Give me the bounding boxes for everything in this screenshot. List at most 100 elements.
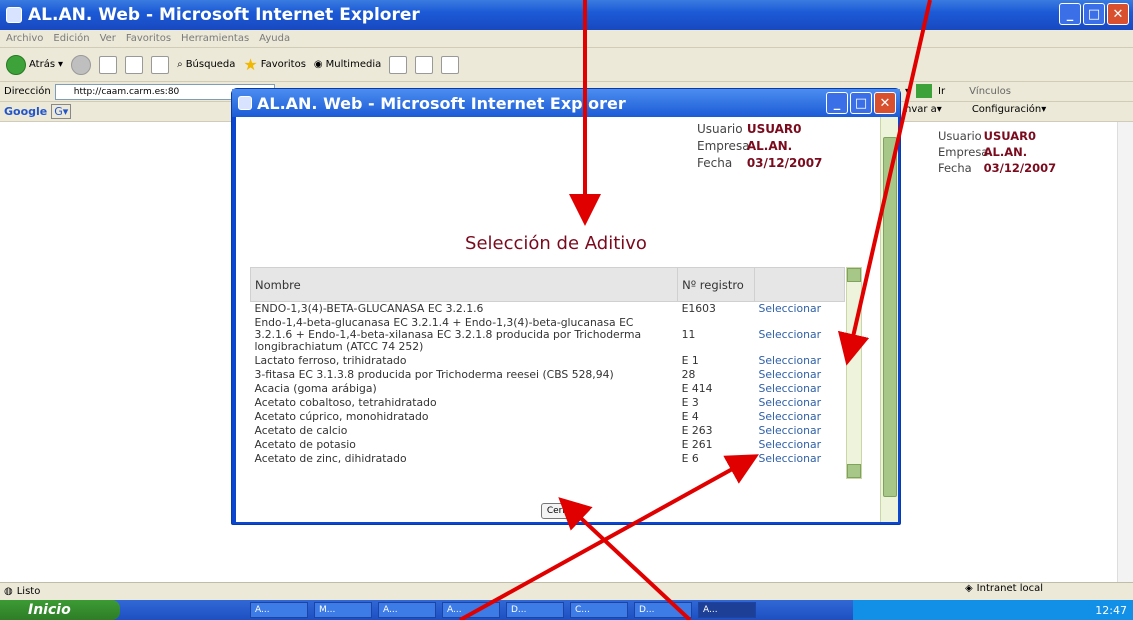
cell-nombre: Acetato de calcio xyxy=(254,424,348,437)
toolbar: Atrás ▾ ⌕ Búsqueda ★ Favoritos ◉ Multimedia xyxy=(0,48,1133,82)
seleccionar-link[interactable]: Seleccionar xyxy=(755,410,845,424)
menu-edicion[interactable]: Edición xyxy=(53,33,89,44)
google-item[interactable]: nvar a▾ xyxy=(905,104,942,115)
search-button[interactable]: ⌕ Búsqueda xyxy=(177,59,235,70)
close-button[interactable]: ✕ xyxy=(1107,3,1129,25)
cell-nombre: Endo-1,4-beta-glucanasa EC 3.2.1.4 + End… xyxy=(254,316,642,353)
cell-registro: 11 xyxy=(681,328,696,341)
additive-table: Nombre Nº registro ENDO-1,3(4)-BETA-GLUC… xyxy=(250,267,862,479)
popup-scrollbar[interactable] xyxy=(880,117,898,522)
minimize-button[interactable]: _ xyxy=(1059,3,1081,25)
dropdown-icon[interactable]: ▾ xyxy=(905,86,910,97)
google-search-icon[interactable]: G▾ xyxy=(51,104,72,119)
seleccionar-link[interactable]: Seleccionar xyxy=(755,302,845,317)
google-logo[interactable]: Google xyxy=(4,105,47,118)
favorites-button[interactable]: ★ Favoritos xyxy=(243,55,305,74)
ie-icon xyxy=(238,96,252,110)
seleccionar-link[interactable]: Seleccionar xyxy=(755,382,845,396)
home-icon[interactable] xyxy=(151,55,170,74)
table-row: Acacia (goma arábiga) E 414 Seleccionar xyxy=(251,382,845,396)
table-scrollbar[interactable] xyxy=(846,267,862,479)
cell-nombre: Acetato cúprico, monohidratado xyxy=(254,410,429,423)
menu-herramientas[interactable]: Herramientas xyxy=(181,33,249,44)
seleccionar-link[interactable]: Seleccionar xyxy=(755,316,845,354)
cell-registro: E 414 xyxy=(681,382,713,395)
table-row: ENDO-1,3(4)-BETA-GLUCANASA EC 3.2.1.6 E16… xyxy=(251,302,845,317)
popup-close-button[interactable]: ✕ xyxy=(874,92,896,114)
cell-nombre: Acetato de zinc, dihidratado xyxy=(254,452,407,465)
media-button[interactable]: ◉ Multimedia xyxy=(314,59,381,70)
col-registro: Nº registro xyxy=(677,267,756,302)
back-icon xyxy=(6,54,26,75)
popup-fecha: 03/12/2007 xyxy=(746,156,823,170)
menu-favoritos[interactable]: Favoritos xyxy=(126,33,171,44)
cell-registro: E 6 xyxy=(681,452,699,465)
seleccionar-link[interactable]: Seleccionar xyxy=(755,368,845,382)
bg-empresa: AL.AN. xyxy=(983,145,1028,159)
maximize-button[interactable]: □ xyxy=(1083,3,1105,25)
scroll-up-icon[interactable] xyxy=(847,268,861,282)
taskbar-item[interactable]: A... xyxy=(250,602,308,618)
table-row: Acetato de zinc, dihidratado E 6 Seleccion… xyxy=(251,452,845,466)
browser-title: AL.AN. Web - Microsoft Internet Explorer xyxy=(28,5,420,25)
clock: 12:47 xyxy=(1095,603,1127,617)
popup-body: Usuario USUAR0 Empresa AL.AN. Fecha 03/1… xyxy=(236,117,898,522)
forward-button[interactable] xyxy=(71,54,92,75)
table-row: Lactato ferroso, trihidratado E 1 Seleccio… xyxy=(251,354,845,368)
address-right: ▾ Ir Vínculos xyxy=(905,84,1011,98)
menu-ayuda[interactable]: Ayuda xyxy=(259,33,290,44)
table-row: Acetato de potasio E 261 Seleccionar xyxy=(251,438,845,452)
refresh-icon[interactable] xyxy=(125,55,144,74)
menu-ver[interactable]: Ver xyxy=(100,33,116,44)
media-icon: ◉ xyxy=(313,59,323,70)
seleccionar-link[interactable]: Seleccionar xyxy=(755,396,845,410)
cell-registro: E1603 xyxy=(681,302,716,315)
popup-usuario: USUAR0 xyxy=(746,122,802,136)
taskbar-item[interactable]: D... xyxy=(634,602,692,618)
taskbar-item-active[interactable]: A... xyxy=(698,602,756,618)
cell-registro: E 261 xyxy=(681,438,713,451)
popup-title-bar: AL.AN. Web - Microsoft Internet Explorer… xyxy=(232,89,900,117)
google-config[interactable]: Configuración▾ xyxy=(972,104,1046,115)
mail-icon[interactable] xyxy=(415,55,434,74)
history-icon[interactable] xyxy=(389,55,408,74)
taskbar-item[interactable]: A... xyxy=(442,602,500,618)
popup-maximize-button[interactable]: □ xyxy=(850,92,872,114)
print-icon[interactable] xyxy=(441,55,460,74)
start-button[interactable]: Inicio xyxy=(0,600,120,620)
seleccionar-link[interactable]: Seleccionar xyxy=(755,424,845,438)
go-icon[interactable] xyxy=(916,84,933,98)
seleccionar-link[interactable]: Seleccionar xyxy=(755,354,845,368)
close-popup-button[interactable]: Cerrar xyxy=(541,503,581,519)
status-text: Listo xyxy=(16,586,41,597)
links-label[interactable]: Vínculos xyxy=(969,86,1011,97)
seleccionar-link[interactable]: Seleccionar xyxy=(755,438,845,452)
menu-archivo[interactable]: Archivo xyxy=(6,33,43,44)
seleccionar-link[interactable]: Seleccionar xyxy=(755,452,845,466)
stop-icon[interactable] xyxy=(99,55,118,74)
cell-nombre: Acacia (goma arábiga) xyxy=(254,382,377,395)
cell-registro: E 4 xyxy=(681,410,699,423)
cell-nombre: 3-fitasa EC 3.1.3.8 producida por Tricho… xyxy=(254,368,614,381)
popup-window: AL.AN. Web - Microsoft Internet Explorer… xyxy=(231,88,901,525)
browser-title-bar: AL.AN. Web - Microsoft Internet Explorer… xyxy=(0,0,1133,30)
popup-scroll-thumb[interactable] xyxy=(883,137,897,497)
col-accion xyxy=(754,267,845,302)
table-row: Endo-1,4-beta-glucanasa EC 3.2.1.4 + End… xyxy=(251,316,845,354)
system-tray: 12:47 xyxy=(853,600,1133,620)
scroll-down-icon[interactable] xyxy=(847,464,861,478)
status-icon: ◍ xyxy=(4,586,13,597)
taskbar-item[interactable]: A... xyxy=(378,602,436,618)
cell-registro: E 263 xyxy=(681,424,713,437)
back-button[interactable]: Atrás ▾ xyxy=(6,54,63,75)
taskbar-item[interactable]: C... xyxy=(570,602,628,618)
go-button[interactable]: Ir xyxy=(938,86,945,97)
cell-nombre: ENDO-1,3(4)-BETA-GLUCANASA EC 3.2.1.6 xyxy=(254,302,484,315)
taskbar-item[interactable]: M... xyxy=(314,602,372,618)
cell-nombre: Lactato ferroso, trihidratado xyxy=(254,354,407,367)
address-label: Dirección xyxy=(4,86,51,97)
taskbar-item[interactable]: D... xyxy=(506,602,564,618)
popup-title: AL.AN. Web - Microsoft Internet Explorer xyxy=(257,93,626,113)
popup-minimize-button[interactable]: _ xyxy=(826,92,848,114)
page-scrollbar[interactable] xyxy=(1117,122,1133,582)
